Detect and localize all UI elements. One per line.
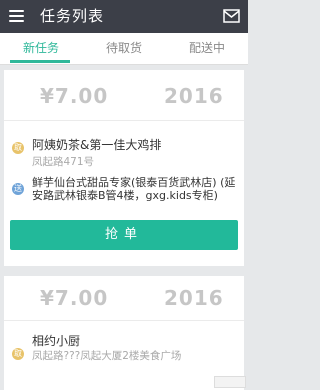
shop-address: 凤起路471号: [32, 156, 95, 168]
task-tabs: 新任务 待取货 配送中: [0, 33, 248, 65]
task-price: ¥7.00: [40, 286, 109, 310]
tab-delivering[interactable]: 配送中: [166, 33, 248, 64]
active-tab-indicator: [10, 60, 70, 63]
page-title: 任务列表: [40, 7, 105, 25]
task-card[interactable]: ¥7.00 2016 取 阿姨奶茶&第一佳大鸡排 凤起路471号 送 鲜芋仙台式…: [4, 70, 244, 266]
card-divider: [4, 320, 244, 321]
task-distance: 2016: [164, 286, 224, 310]
envelope-icon[interactable]: [223, 8, 240, 24]
delivery-badge: 送: [12, 183, 24, 195]
corner-logo-icon: [214, 376, 246, 388]
hamburger-menu-icon[interactable]: [9, 10, 24, 22]
pickup-badge: 取: [12, 348, 24, 360]
pickup-badge: 取: [12, 142, 24, 154]
shop-address: 凤起路???凤起大厦2楼美食广场: [32, 350, 182, 362]
destination-address: 鲜芋仙台式甜品专家(银泰百货武林店) (延安路武林银泰B管4楼，gxg.kids…: [32, 176, 236, 202]
grab-order-button[interactable]: 抢单: [10, 220, 238, 250]
card-divider: [4, 120, 244, 121]
top-bar: 任务列表: [0, 0, 248, 33]
shop-name: 相约小厨: [32, 334, 81, 348]
task-price: ¥7.00: [40, 84, 109, 108]
task-card[interactable]: ¥7.00 2016 取 相约小厨 凤起路???凤起大厦2楼美食广场: [4, 276, 244, 390]
shop-name: 阿姨奶茶&第一佳大鸡排: [32, 138, 162, 152]
tab-awaiting-pickup[interactable]: 待取货: [83, 33, 165, 64]
task-distance: 2016: [164, 84, 224, 108]
